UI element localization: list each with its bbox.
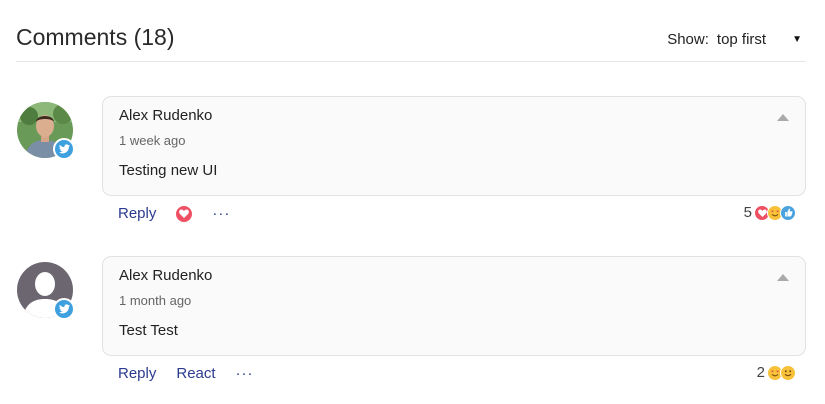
thumbs-up-icon (780, 204, 796, 221)
more-options-button[interactable]: ··· (236, 365, 254, 382)
twitter-icon (53, 138, 75, 160)
react-button[interactable]: React (176, 365, 215, 382)
comment-actions: Reply ··· (118, 205, 230, 222)
reply-button[interactable]: Reply (118, 365, 156, 382)
sort-label: Show: (667, 31, 709, 48)
comment-author[interactable]: Alex Rudenko (119, 267, 212, 284)
reply-button[interactable]: Reply (118, 205, 156, 222)
reactions-summary[interactable]: 5 (744, 204, 796, 221)
comment-time[interactable]: 1 week ago (119, 133, 186, 148)
sort-value[interactable]: top first (717, 31, 766, 48)
reaction-count: 2 (756, 364, 765, 381)
heart-icon[interactable] (176, 205, 193, 222)
twitter-icon (53, 298, 75, 320)
avatar[interactable] (17, 262, 75, 320)
avatar[interactable] (17, 102, 75, 160)
comment-actions: Reply React ··· (118, 365, 254, 382)
caret-down-icon[interactable]: ▼ (792, 34, 802, 45)
reactions-summary[interactable]: 2 (757, 364, 796, 381)
reaction-count: 5 (743, 204, 752, 221)
comment-item: Alex Rudenko 1 week ago Testing new UI R… (16, 96, 806, 236)
comment-item: Alex Rudenko 1 month ago Test Test Reply… (16, 256, 806, 396)
comment-text: Test Test (119, 322, 178, 339)
more-options-button[interactable]: ··· (212, 205, 230, 222)
comment-author[interactable]: Alex Rudenko (119, 107, 212, 124)
collapse-icon[interactable] (777, 274, 789, 281)
comments-header: Comments (18) Show: top first ▼ (16, 22, 806, 62)
collapse-icon[interactable] (777, 114, 789, 121)
comment-text: Testing new UI (119, 162, 218, 179)
comments-title: Comments (18) (16, 24, 175, 50)
comment-bubble: Alex Rudenko 1 month ago Test Test (102, 256, 806, 356)
sort-dropdown[interactable]: Show: top first ▼ (667, 31, 802, 48)
smile-icon (780, 364, 796, 381)
comment-bubble: Alex Rudenko 1 week ago Testing new UI (102, 96, 806, 196)
comment-time[interactable]: 1 month ago (119, 293, 191, 308)
